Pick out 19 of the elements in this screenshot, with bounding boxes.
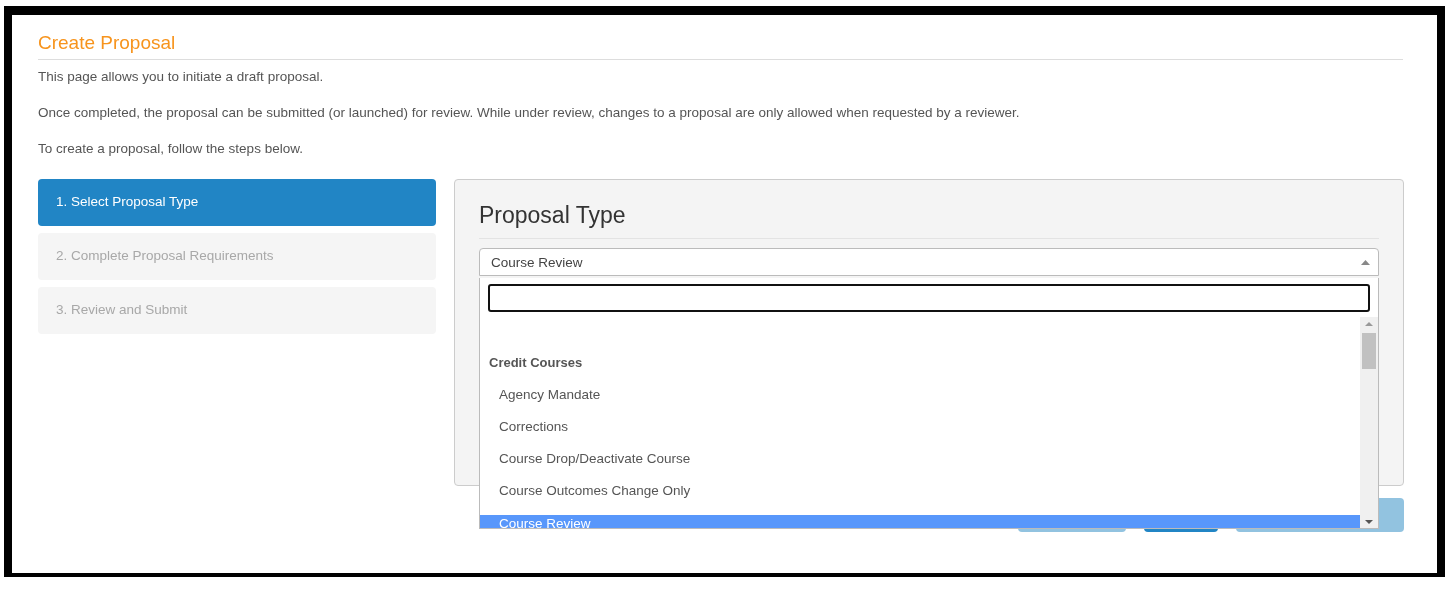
- dropdown-option[interactable]: Course Drop/Deactivate Course: [480, 451, 1360, 483]
- dropdown-option[interactable]: Corrections: [480, 419, 1360, 451]
- intro-text: This page allows you to initiate a draft proposal.: [38, 69, 325, 85]
- panel-heading: Proposal Type: [479, 202, 1379, 239]
- page-title: Create Proposal: [38, 32, 1403, 60]
- intro-text: Once completed, the proposal can be submitted (or launched) for review. While under review, changes to a proposal are only allowed when requested by a reviewer.: [38, 105, 1021, 121]
- scroll-down-icon[interactable]: [1365, 520, 1373, 524]
- dropdown-option[interactable]: Course Outcomes Change Only: [480, 483, 1360, 515]
- intro-text: To create a proposal, follow the steps below.: [38, 141, 304, 157]
- proposal-type-select[interactable]: Course Review: [479, 248, 1379, 276]
- step-item[interactable]: 1. Select Proposal Type: [38, 179, 436, 226]
- scrollbar-thumb[interactable]: [1362, 333, 1376, 369]
- option-group-label: Credit Courses: [488, 355, 584, 372]
- select-value: Course Review: [491, 254, 583, 270]
- caret-up-icon: [1361, 259, 1370, 265]
- dropdown-option[interactable]: Agency Mandate: [480, 387, 1360, 419]
- scroll-up-icon[interactable]: [1365, 322, 1373, 326]
- search-field[interactable]: [488, 284, 1370, 312]
- scrollbar[interactable]: [1360, 317, 1378, 528]
